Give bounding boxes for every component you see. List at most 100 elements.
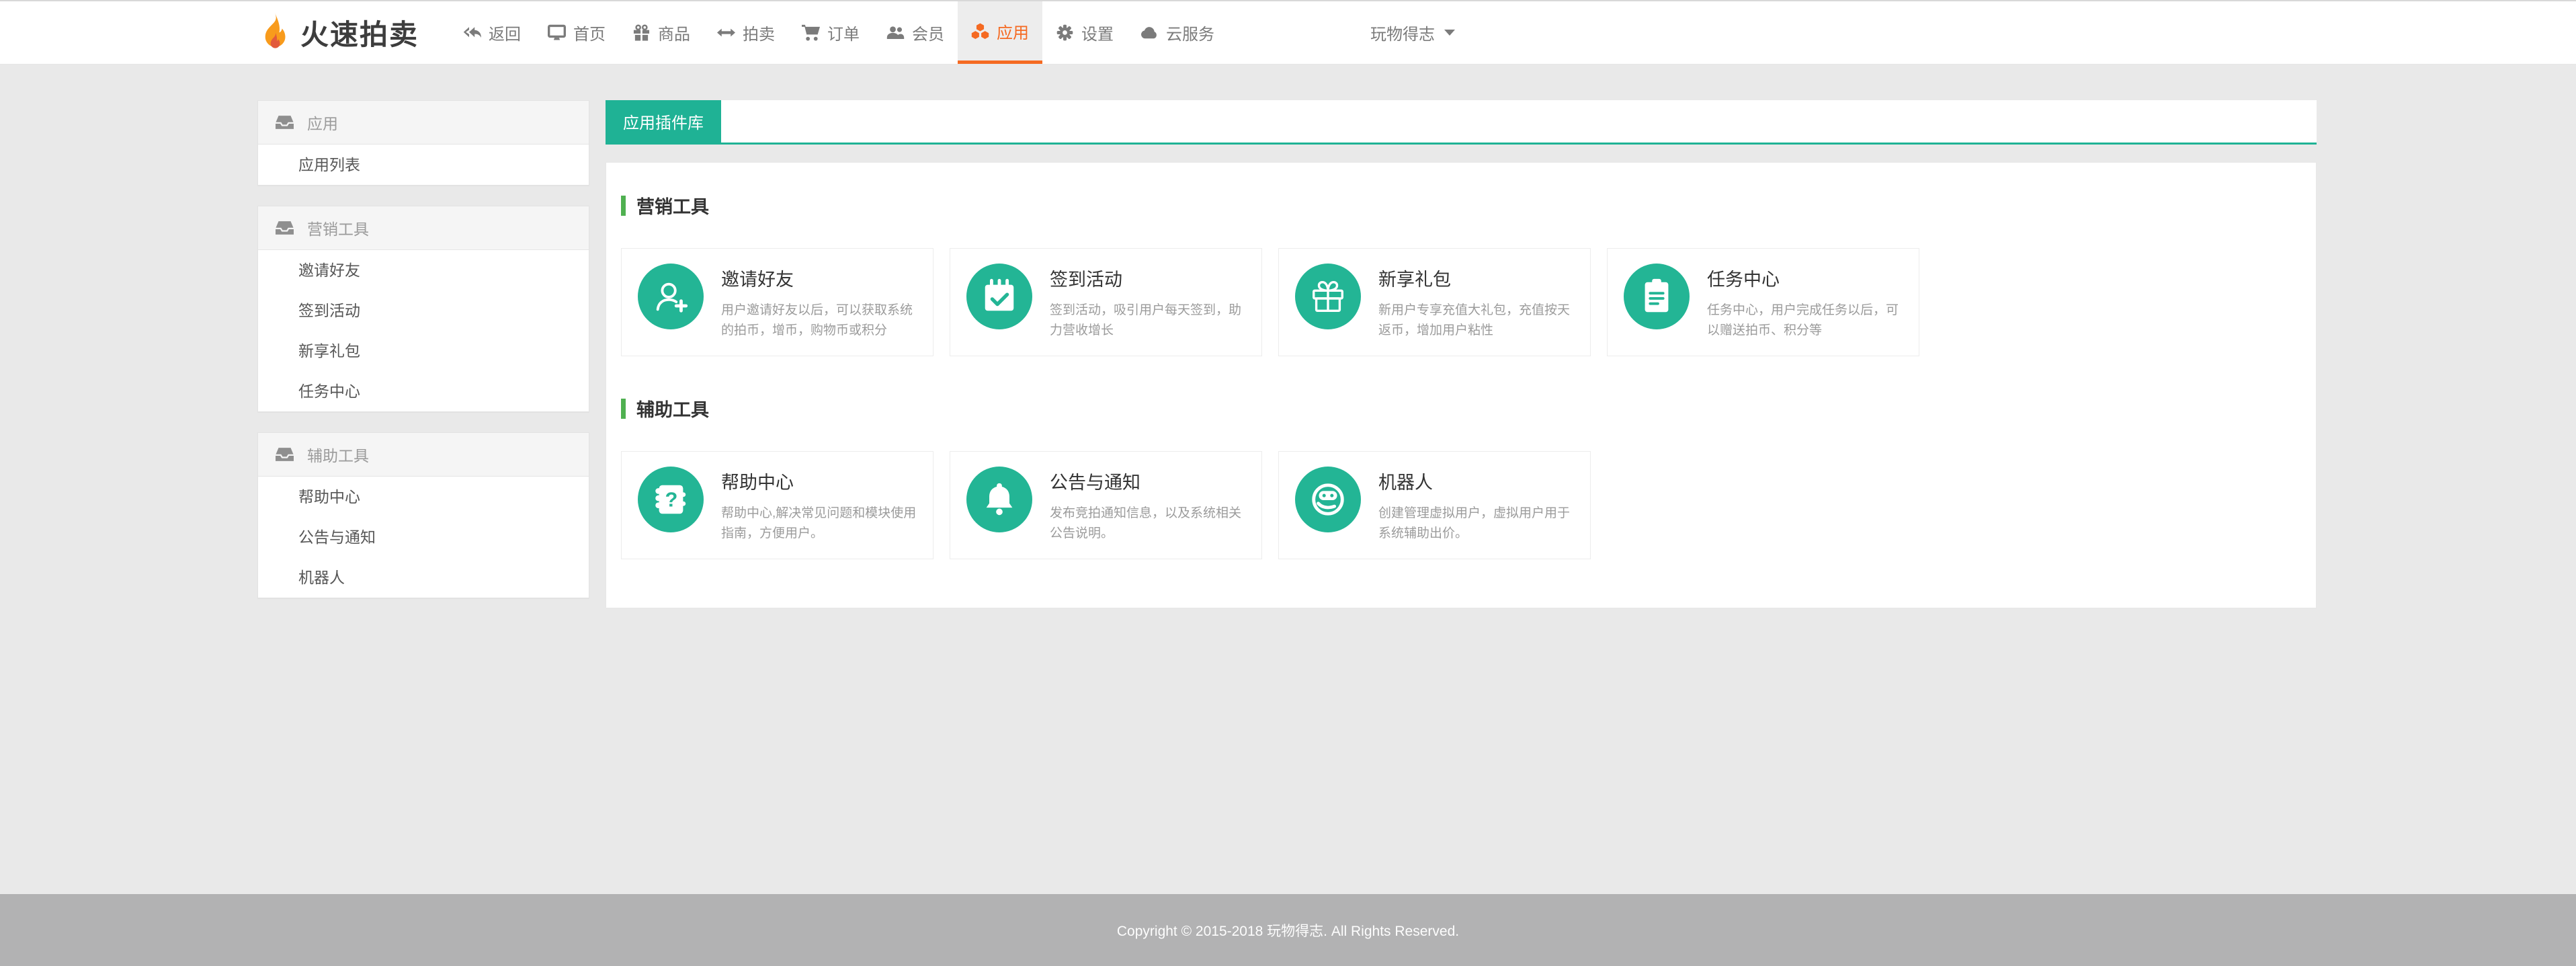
copyright-text: Copyright © 2015-2018 玩物得志. All Rights R… (1116, 923, 1460, 939)
app-card-body: 机器人 创建管理虚拟用户，虚拟用户用于系统辅助出价。 (1378, 467, 1574, 544)
cart-icon (802, 24, 821, 41)
group-title-auxiliary: 辅助工具 (621, 395, 2301, 421)
desktop-icon (548, 24, 567, 40)
app-card-title: 任务中心 (1707, 270, 1780, 290)
sidebar-section-auxiliary: 辅助工具 帮助中心 公告与通知 机器人 (257, 432, 589, 598)
gift-icon (633, 24, 650, 41)
app-card-body: 帮助中心 帮助中心,解决常见问题和模块使用指南，方便用户。 (721, 467, 917, 544)
nav-item-label: 会员 (912, 26, 945, 44)
sidebar-item-announcements[interactable]: 公告与通知 (258, 517, 589, 557)
nav-item-label: 应用 (997, 24, 1030, 42)
nav-item-auction[interactable]: 拍卖 (704, 1, 788, 64)
nav-item-orders[interactable]: 订单 (788, 1, 873, 64)
sidebar-item-task-center[interactable]: 任务中心 (258, 371, 589, 411)
nav-item-label: 设置 (1081, 26, 1114, 44)
arrows-h-icon (717, 28, 736, 37)
user-plus-icon (638, 264, 704, 329)
brand-name: 火速拍卖 (300, 19, 419, 50)
sidebar-item-newuser-pack[interactable]: 新享礼包 (258, 331, 589, 371)
app-card-desc: 发布竞拍通知信息，以及系统相关公告说明。 (1050, 506, 1242, 540)
app-card-announcements[interactable]: 公告与通知 发布竞拍通知信息，以及系统相关公告说明。 (950, 451, 1262, 559)
page-footer: Copyright © 2015-2018 玩物得志. All Rights R… (0, 894, 2576, 966)
app-card-title: 帮助中心 (721, 473, 794, 493)
main-content: 应用插件库 营销工具 邀请好友 用户邀请好友以后，可以获取系统的拍币，增币，购物… (606, 100, 2317, 608)
layout: 应用 应用列表 营销工具 邀请好友 签到活动 新享礼包 任务中心 辅助工具 帮助… (0, 65, 2576, 618)
reply-all-icon (463, 27, 482, 38)
svg-text:?: ? (665, 488, 678, 512)
app-card-desc: 用户邀请好友以后，可以获取系统的拍币，增币，购物币或积分 (721, 303, 913, 337)
nav-item-home[interactable]: 首页 (534, 1, 619, 64)
group-title-marketing: 营销工具 (621, 192, 2301, 218)
nav-item-members[interactable]: 会员 (873, 1, 958, 64)
bell-icon (966, 467, 1032, 532)
task-clipboard-icon (1624, 264, 1690, 329)
nav-item-label: 首页 (573, 26, 606, 44)
app-card-body: 任务中心 任务中心，用户完成任务以后，可以赠送拍币、积分等 (1707, 264, 1903, 341)
sidebar-section-apps: 应用 应用列表 (257, 100, 589, 186)
page: 火速拍卖 返回 首页 商品 拍卖 订单 会员 应用 设置 云服务 玩物得志 应用… (0, 0, 2576, 966)
sidebar-section-title: 应用 (307, 115, 338, 132)
sidebar-section-header: 应用 (258, 101, 589, 145)
nav-item-cloud[interactable]: 云服务 (1127, 1, 1228, 64)
sidebar-section-header: 辅助工具 (258, 433, 589, 477)
nav-item-label: 订单 (827, 26, 860, 44)
sidebar-item-help-center[interactable]: 帮助中心 (258, 477, 589, 517)
sidebar: 应用 应用列表 营销工具 邀请好友 签到活动 新享礼包 任务中心 辅助工具 帮助… (257, 100, 589, 618)
app-card-desc: 新用户专享充值大礼包，充值按天返币，增加用户粘性 (1378, 303, 1571, 337)
nav-item-settings[interactable]: 设置 (1042, 1, 1127, 64)
app-card-newuser-pack[interactable]: 新享礼包 新用户专享充值大礼包，充值按天返币，增加用户粘性 (1278, 248, 1591, 356)
help-book-icon: ? (638, 467, 704, 532)
app-card-task-center[interactable]: 任务中心 任务中心，用户完成任务以后，可以赠送拍币、积分等 (1607, 248, 1919, 356)
user-dropdown[interactable]: 玩物得志 (1370, 1, 1456, 64)
top-navbar: 火速拍卖 返回 首页 商品 拍卖 订单 会员 应用 设置 云服务 玩物得志 (0, 0, 2576, 65)
sidebar-section-title: 辅助工具 (307, 447, 369, 465)
app-card-help-center[interactable]: ? 帮助中心 帮助中心,解决常见问题和模块使用指南，方便用户。 (621, 451, 933, 559)
card-row-marketing: 邀请好友 用户邀请好友以后，可以获取系统的拍币，增币，购物币或积分 签到活动 签… (621, 248, 2301, 356)
app-library-panel: 营销工具 邀请好友 用户邀请好友以后，可以获取系统的拍币，增币，购物币或积分 签… (606, 162, 2317, 608)
app-card-title: 邀请好友 (721, 270, 794, 290)
app-card-body: 邀请好友 用户邀请好友以后，可以获取系统的拍币，增币，购物币或积分 (721, 264, 917, 341)
brand-logo[interactable]: 火速拍卖 (257, 1, 419, 64)
inbox-icon (276, 116, 294, 129)
app-card-title: 新享礼包 (1378, 270, 1451, 290)
calendar-check-icon (966, 264, 1032, 329)
nav-item-apps[interactable]: 应用 (958, 1, 1043, 64)
app-card-body: 公告与通知 发布竞拍通知信息，以及系统相关公告说明。 (1050, 467, 1245, 544)
nav-item-back[interactable]: 返回 (450, 1, 534, 64)
nav-item-goods[interactable]: 商品 (619, 1, 704, 64)
nav-item-label: 返回 (489, 26, 522, 44)
app-card-title: 机器人 (1378, 473, 1433, 493)
nav-item-label: 云服务 (1166, 26, 1215, 44)
nav-item-label: 拍卖 (743, 26, 776, 44)
app-card-desc: 签到活动，吸引用户每天签到，助力营收增长 (1050, 303, 1242, 337)
cubes-icon (971, 23, 989, 39)
inbox-icon (276, 448, 294, 461)
robot-icon (1295, 467, 1361, 532)
user-name: 玩物得志 (1370, 26, 1436, 44)
sidebar-section-header: 营销工具 (258, 206, 589, 250)
app-card-desc: 任务中心，用户完成任务以后，可以赠送拍币、积分等 (1707, 303, 1899, 337)
app-card-body: 签到活动 签到活动，吸引用户每天签到，助力营收增长 (1050, 264, 1245, 341)
sidebar-item-robot[interactable]: 机器人 (258, 557, 589, 598)
sidebar-item-invite-friends[interactable]: 邀请好友 (258, 250, 589, 290)
app-card-title: 公告与通知 (1050, 473, 1140, 493)
app-card-robot[interactable]: 机器人 创建管理虚拟用户，虚拟用户用于系统辅助出价。 (1278, 451, 1591, 559)
sidebar-section-marketing: 营销工具 邀请好友 签到活动 新享礼包 任务中心 (257, 206, 589, 412)
app-card-desc: 创建管理虚拟用户，虚拟用户用于系统辅助出价。 (1378, 506, 1571, 540)
sidebar-item-checkin-activity[interactable]: 签到活动 (258, 290, 589, 331)
sidebar-item-app-list[interactable]: 应用列表 (258, 145, 589, 185)
gear-icon (1056, 24, 1073, 41)
app-card-desc: 帮助中心,解决常见问题和模块使用指南，方便用户。 (721, 506, 917, 540)
tab-app-plugin-library[interactable]: 应用插件库 (606, 100, 721, 143)
inbox-icon (276, 221, 294, 235)
card-row-auxiliary: ? 帮助中心 帮助中心,解决常见问题和模块使用指南，方便用户。 公告与通知 发布… (621, 451, 2301, 559)
users-icon (886, 26, 905, 40)
app-card-body: 新享礼包 新用户专享充值大礼包，充值按天返币，增加用户粘性 (1378, 264, 1574, 341)
app-card-checkin-activity[interactable]: 签到活动 签到活动，吸引用户每天签到，助力营收增长 (950, 248, 1262, 356)
tab-bar: 应用插件库 (606, 100, 2317, 145)
app-card-invite-friends[interactable]: 邀请好友 用户邀请好友以后，可以获取系统的拍币，增币，购物币或积分 (621, 248, 933, 356)
nav-item-label: 商品 (658, 26, 691, 44)
sidebar-section-title: 营销工具 (307, 220, 369, 238)
flame-icon (265, 12, 286, 48)
chevron-down-icon (1444, 30, 1456, 36)
